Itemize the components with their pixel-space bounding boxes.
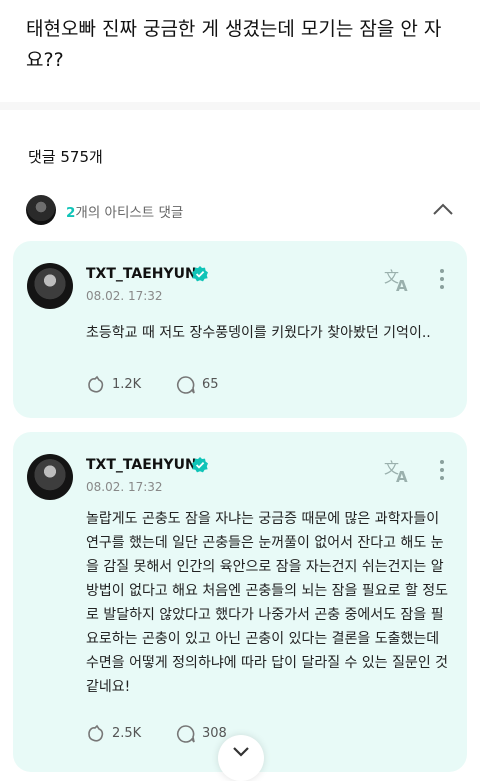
artist-comment-card: TXT_TAEHYUN 08.02. 17:32 文 A 초등학교 때 저도 장…: [13, 241, 467, 418]
more-vert-icon[interactable]: [437, 267, 447, 291]
artist-comment-count: 2: [66, 205, 76, 221]
svg-text:A: A: [396, 277, 408, 293]
reply-bubble-icon[interactable]: [176, 724, 196, 744]
avatar[interactable]: [27, 263, 73, 309]
cheer-icon[interactable]: [86, 375, 106, 395]
translate-icon[interactable]: 文 A: [383, 458, 411, 484]
artist-comments-toggle[interactable]: 2개의 아티스트 댓글: [26, 195, 456, 225]
comment-author[interactable]: TXT_TAEHYUN: [86, 266, 197, 282]
verified-badge-icon: [192, 266, 208, 282]
comment-date: 08.02. 17:32: [86, 480, 163, 494]
avatar[interactable]: [27, 454, 73, 500]
comment-date: 08.02. 17:32: [86, 289, 163, 303]
svg-text:A: A: [396, 468, 408, 484]
translate-icon[interactable]: 文 A: [383, 267, 411, 293]
scroll-down-button[interactable]: [218, 735, 264, 781]
reply-bubble-icon[interactable]: [176, 375, 196, 395]
verified-badge-icon: [192, 457, 208, 473]
artist-comment-text: 개의 아티스트 댓글: [75, 205, 184, 221]
section-divider: [0, 102, 480, 110]
comment-body: 초등학교 때 저도 장수풍뎅이를 키웠다가 찾아봤던 기억이..: [86, 325, 431, 341]
comment-author[interactable]: TXT_TAEHYUN: [86, 457, 197, 473]
chevron-down-icon: [233, 747, 249, 757]
like-count: 2.5K: [112, 726, 142, 741]
post-title: 태현오빠 진짜 궁금한 게 생겼는데 모기는 잠을 안 자요??: [26, 18, 442, 71]
cheer-icon[interactable]: [86, 724, 106, 744]
comment-count: 댓글 575개: [28, 148, 103, 166]
reply-count: 308: [202, 726, 227, 741]
artist-avatar: [26, 195, 56, 225]
more-vert-icon[interactable]: [437, 458, 447, 482]
artist-comment-card: TXT_TAEHYUN 08.02. 17:32 文 A 놀랍게도 곤충도 잠을…: [13, 432, 467, 772]
chevron-up-icon[interactable]: [430, 197, 456, 223]
reply-count: 65: [202, 377, 219, 392]
artist-comments-label: 2개의 아티스트 댓글: [66, 201, 183, 221]
like-count: 1.2K: [112, 377, 142, 392]
comment-body: 놀랍게도 곤충도 잠을 자냐는 궁금증 때문에 많은 과학자들이 연구를 했는데…: [86, 511, 449, 695]
